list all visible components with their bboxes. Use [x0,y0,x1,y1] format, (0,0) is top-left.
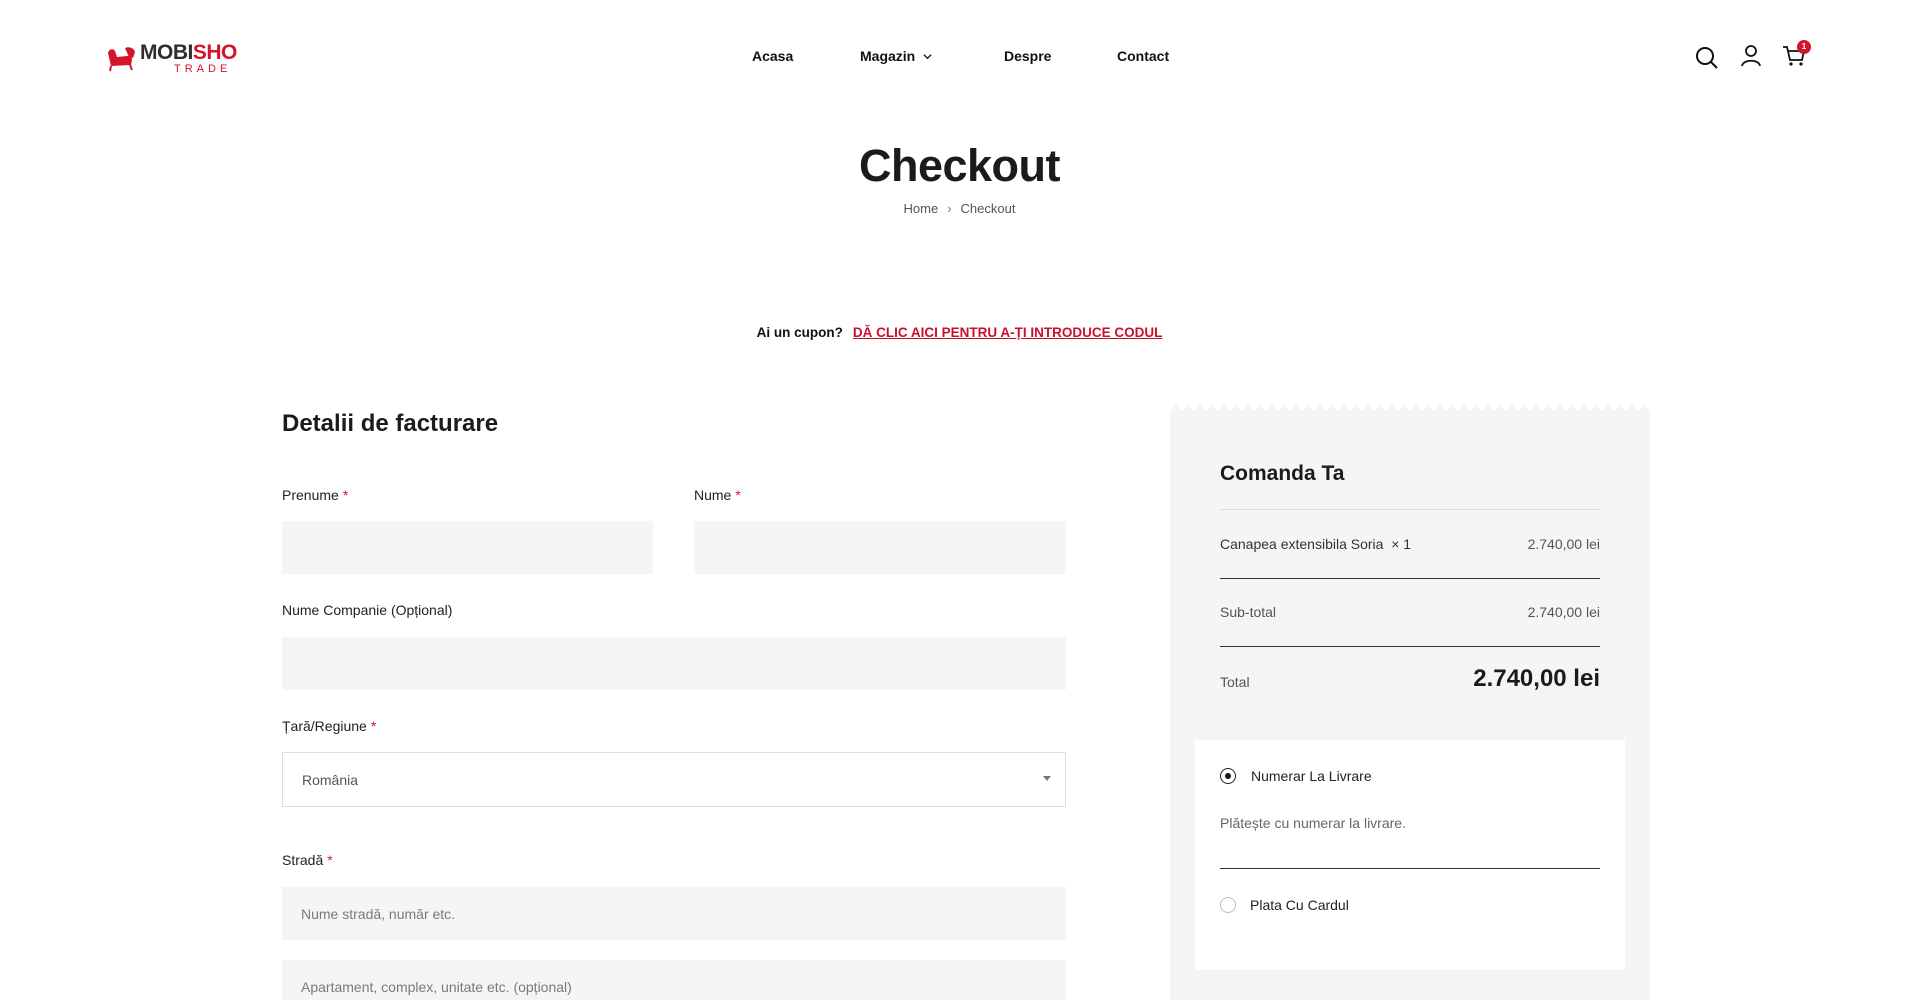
nav-label: Contact [1117,48,1170,64]
street2-input[interactable] [282,960,1066,1000]
dropdown-arrow-icon [1043,776,1051,781]
site-header: MOBISHO TRADE Acasa Magazin Despre Conta… [0,0,1919,115]
coupon-notice: Ai un cupon? DĂ CLIC AICI PENTRU A-ȚI INT… [0,325,1919,340]
user-icon[interactable] [1738,43,1764,69]
required-mark: * [342,487,349,503]
divider [1220,646,1600,647]
payment-cod-description: Plătește cu numerar la livrare. [1220,815,1406,831]
cart-button[interactable]: 1 [1781,40,1811,69]
last-name-label: Nume * [694,487,741,503]
divider [1220,868,1600,869]
label-text: Nume [694,487,732,503]
order-item-qty: × 1 [1391,536,1412,552]
page-title: Checkout [858,140,1061,191]
nav-label: Despre [1004,48,1052,64]
required-mark: * [735,487,741,503]
order-summary: Comanda Ta Canapea extensibila Soria × 1… [1170,410,1650,1000]
order-title: Comanda Ta [1220,462,1345,485]
divider [1220,578,1600,579]
subtotal-label: Sub-total [1220,604,1277,620]
payment-cod-radio[interactable] [1220,768,1236,784]
payment-cod-label[interactable]: Numerar La Livrare [1251,768,1372,784]
order-item-price: 2.740,00 lei [1527,536,1600,552]
order-item-name: Canapea extensibila Soria [1220,536,1384,552]
label-text: Țară/Regiune [282,718,367,734]
divider [1220,509,1600,510]
cart-count-badge: 1 [1797,40,1811,54]
chevron-down-icon [923,53,932,59]
company-input[interactable] [282,637,1066,690]
breadcrumb: Home › Checkout [0,201,1919,216]
subtotal-row: Sub-total 2.740,00 lei [1220,604,1600,620]
subtotal-value: 2.740,00 lei [1527,604,1600,620]
label-text: Nume Companie (Opțional) [282,602,453,618]
first-name-label: Prenume * [282,487,348,503]
nav-label: Magazin [860,48,916,64]
order-item: Canapea extensibila Soria × 1 [1220,536,1411,552]
first-name-input[interactable] [282,521,653,574]
required-mark: * [327,852,333,868]
nav-item-despre[interactable]: Despre [1004,48,1051,64]
nav-item-contact[interactable]: Contact [1117,48,1169,64]
street-input[interactable] [282,887,1066,940]
search-icon[interactable] [1694,45,1720,71]
country-select-value: România [302,771,359,788]
nav-label: Acasa [752,48,794,64]
total-row: Total 2.740,00 lei [1220,665,1600,693]
label-text: Prenume [282,487,339,503]
country-label: Țară/Regiune * [282,718,376,734]
total-value: 2.740,00 lei [1473,665,1600,692]
street-label: Stradă * [282,852,333,868]
label-text: Stradă [282,852,324,868]
nav-item-magazin[interactable]: Magazin [860,48,932,64]
breadcrumb-home[interactable]: Home [904,201,939,216]
coupon-link[interactable]: DĂ CLIC AICI PENTRU A-ȚI INTRODUCE CODUL [853,325,1163,340]
breadcrumb-current: Checkout [960,201,1016,216]
payment-card-radio[interactable] [1220,897,1236,913]
total-label: Total [1220,674,1250,690]
billing-title: Detalii de facturare [282,410,499,437]
last-name-input[interactable] [694,521,1066,574]
main-nav: Acasa Magazin Despre Contact [0,48,1919,68]
company-label: Nume Companie (Opțional) [282,602,452,618]
payment-methods: Numerar La Livrare Plătește cu numerar l… [1195,740,1625,970]
order-item-row: Canapea extensibila Soria × 1 2.740,00 l… [1220,536,1600,552]
nav-item-acasa[interactable]: Acasa [752,48,793,64]
country-select[interactable]: România [282,752,1066,807]
breadcrumb-separator-icon: › [947,201,952,216]
required-mark: * [370,718,377,734]
coupon-question: Ai un cupon? [756,325,843,340]
payment-card-label[interactable]: Plata Cu Cardul [1250,897,1349,913]
